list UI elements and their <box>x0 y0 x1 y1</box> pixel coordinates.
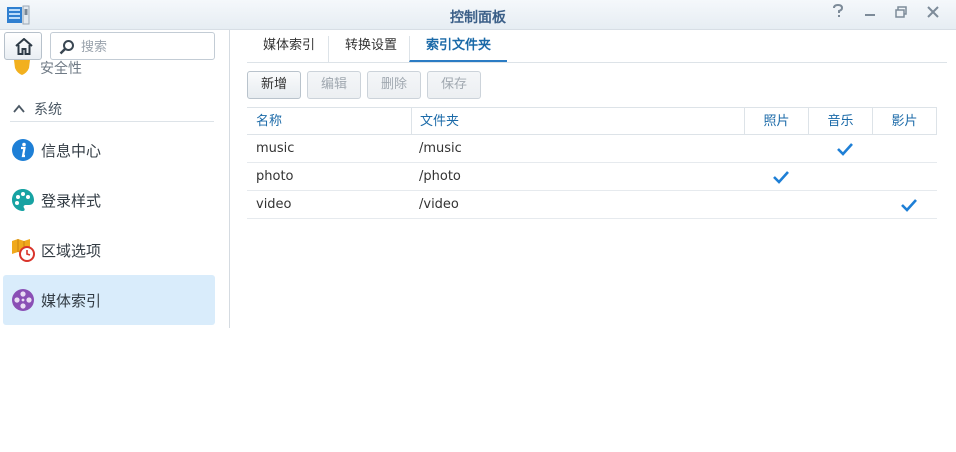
palette-icon <box>12 189 34 211</box>
column-divider <box>936 108 937 135</box>
cell-folder: /photo <box>419 169 461 184</box>
column-header-name[interactable]: 名称 <box>256 108 411 135</box>
save-button[interactable]: 保存 <box>427 71 481 99</box>
tab-indexed-folders[interactable]: 索引文件夹 <box>409 36 508 62</box>
home-button[interactable] <box>4 32 42 60</box>
table-row[interactable]: music /music <box>247 135 937 163</box>
search-input[interactable] <box>81 38 206 56</box>
section-label: 系统 <box>34 102 62 118</box>
main-panel: 媒体索引 转换设置 索引文件夹 新增 编辑 删除 保存 名称 文件夹 照片 音乐… <box>231 30 956 452</box>
home-icon <box>15 38 33 55</box>
close-icon[interactable] <box>922 4 944 24</box>
cell-name: video <box>256 197 292 212</box>
info-icon <box>12 139 34 161</box>
minimize-icon[interactable] <box>859 4 881 24</box>
section-system[interactable]: 系统 <box>10 98 214 122</box>
add-button[interactable]: 新增 <box>247 71 301 99</box>
sidebar-item-info-center[interactable]: 信息中心 <box>3 125 215 175</box>
column-header-folder[interactable]: 文件夹 <box>411 108 744 135</box>
sidebar-item-media-index[interactable]: 媒体索引 <box>3 275 215 325</box>
search-icon <box>59 40 74 55</box>
sidebar-item-label: 信息中心 <box>41 142 102 160</box>
help-icon[interactable] <box>827 3 849 24</box>
column-header-video[interactable]: 影片 <box>872 108 936 135</box>
sidebar-item-label: 登录样式 <box>41 192 102 210</box>
edit-button[interactable]: 编辑 <box>307 71 361 99</box>
title-bar: 控制面板 <box>0 0 956 30</box>
tab-media-index[interactable]: 媒体索引 <box>247 36 331 62</box>
cell-folder: /video <box>419 197 459 212</box>
tab-conversion-settings[interactable]: 转换设置 <box>328 36 413 62</box>
column-header-music[interactable]: 音乐 <box>808 108 872 135</box>
folder-table: 名称 文件夹 照片 音乐 影片 music /music photo /phot… <box>247 107 937 219</box>
checkmark-icon <box>837 143 853 156</box>
sidebar-item-label: 区域选项 <box>41 242 102 260</box>
search-box <box>50 32 215 60</box>
chevron-up-icon <box>13 104 25 113</box>
restore-icon[interactable] <box>890 4 912 24</box>
cell-folder: /music <box>419 141 462 156</box>
checkmark-icon <box>773 171 789 184</box>
tab-bar: 媒体索引 转换设置 索引文件夹 <box>247 30 947 63</box>
cell-name: photo <box>256 169 294 184</box>
table-row[interactable]: photo /photo <box>247 163 937 191</box>
sidebar-item-label: 安全性 <box>40 61 82 76</box>
column-header-photo[interactable]: 照片 <box>744 108 808 135</box>
sidebar-item-regional-options[interactable]: 区域选项 <box>3 225 215 275</box>
table-header: 名称 文件夹 照片 音乐 影片 <box>247 107 937 135</box>
delete-button[interactable]: 删除 <box>367 71 421 99</box>
film-reel-icon <box>12 289 34 311</box>
sidebar-item-label: 媒体索引 <box>41 292 102 310</box>
cell-name: music <box>256 141 295 156</box>
sidebar-item-login-style[interactable]: 登录样式 <box>3 175 215 225</box>
table-row[interactable]: video /video <box>247 191 937 219</box>
sidebar: 安全性 系统 信息中心 <box>0 30 230 328</box>
window-title: 控制面板 <box>450 10 506 26</box>
checkmark-icon <box>901 199 917 212</box>
region-clock-icon <box>12 239 35 262</box>
